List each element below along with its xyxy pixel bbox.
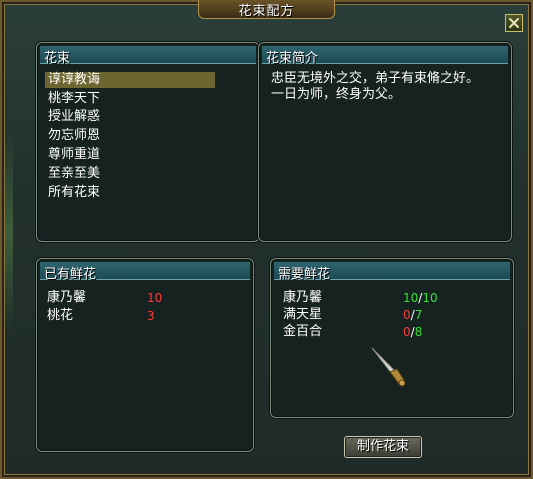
required-flowers-panel: 需要鲜花 康乃馨 10/10 满天星 0/7 金百合 0/8 bbox=[270, 258, 514, 418]
bouquet-list-title: 花束 bbox=[44, 51, 71, 66]
bouquet-recipe-window: 花束配方 花束 谆谆教诲 桃李天下 授业解惑 勿忘师恩 尊师重道 至亲至美 所有… bbox=[0, 0, 533, 479]
flower-name: 康乃馨 bbox=[47, 290, 87, 305]
bouquet-list-item[interactable]: 至亲至美 bbox=[45, 166, 215, 182]
owned-flower-row: 康乃馨 10 bbox=[47, 290, 237, 306]
required-flower-row: 康乃馨 10/10 bbox=[283, 290, 503, 306]
flower-name: 康乃馨 bbox=[283, 290, 323, 305]
bouquet-list-item[interactable]: 所有花束 bbox=[45, 185, 215, 201]
bouquet-list-item[interactable]: 桃李天下 bbox=[45, 91, 215, 107]
bouquet-description-panel: 花束简介 忠臣无境外之交，弟子有束脩之好。 一日为师，终身为父。 bbox=[258, 42, 512, 242]
required-flower-row: 满天星 0/7 bbox=[283, 307, 503, 323]
flower-count: 10 bbox=[147, 291, 163, 305]
close-icon bbox=[509, 18, 519, 28]
flower-need-count: 8 bbox=[414, 325, 423, 339]
bouquet-list-item[interactable]: 勿忘师恩 bbox=[45, 128, 215, 144]
bouquet-list-header: 花束 bbox=[40, 46, 256, 66]
required-flower-row: 金百合 0/8 bbox=[283, 324, 503, 340]
close-button[interactable] bbox=[505, 14, 523, 32]
flower-have-count: 0 bbox=[403, 308, 411, 322]
flower-name: 满天星 bbox=[283, 307, 323, 322]
owned-flower-row: 桃花 3 bbox=[47, 308, 237, 324]
flower-name: 桃花 bbox=[47, 308, 74, 323]
required-flowers-header: 需要鲜花 bbox=[274, 262, 510, 282]
window-title: 花束配方 bbox=[238, 3, 295, 19]
description-line: 忠臣无境外之交，弟子有束脩之好。 bbox=[271, 71, 480, 86]
flower-need-count: 7 bbox=[414, 308, 423, 322]
bouquet-list-item[interactable]: 谆谆教诲 bbox=[45, 72, 215, 88]
flower-count: 3 bbox=[147, 309, 155, 323]
bouquet-description-text: 忠臣无境外之交，弟子有束脩之好。 一日为师，终身为父。 bbox=[271, 71, 506, 103]
bouquet-list-item[interactable]: 尊师重道 bbox=[45, 147, 215, 163]
make-bouquet-button[interactable]: 制作花束 bbox=[344, 436, 422, 458]
dagger-cursor-icon bbox=[371, 347, 406, 387]
flower-have-count: 10 bbox=[403, 291, 419, 305]
window-title-plate: 花束配方 bbox=[198, 0, 335, 19]
owned-flowers-header: 已有鲜花 bbox=[40, 262, 250, 282]
bouquet-list-panel: 花束 谆谆教诲 桃李天下 授业解惑 勿忘师恩 尊师重道 至亲至美 所有花束 bbox=[36, 42, 260, 242]
owned-flowers-panel: 已有鲜花 康乃馨 10 桃花 3 bbox=[36, 258, 254, 452]
bouquet-description-header: 花束简介 bbox=[262, 46, 508, 66]
bouquet-description-title: 花束简介 bbox=[266, 51, 319, 66]
flower-name: 金百合 bbox=[283, 324, 323, 339]
flower-have-count: 0 bbox=[403, 325, 411, 339]
flower-need-count: 10 bbox=[422, 291, 438, 305]
owned-flowers-title: 已有鲜花 bbox=[44, 267, 97, 282]
required-flowers-title: 需要鲜花 bbox=[278, 267, 331, 282]
window-decoration bbox=[5, 132, 13, 332]
description-line: 一日为师，终身为父。 bbox=[271, 87, 402, 102]
bouquet-list-item[interactable]: 授业解惑 bbox=[45, 109, 215, 125]
